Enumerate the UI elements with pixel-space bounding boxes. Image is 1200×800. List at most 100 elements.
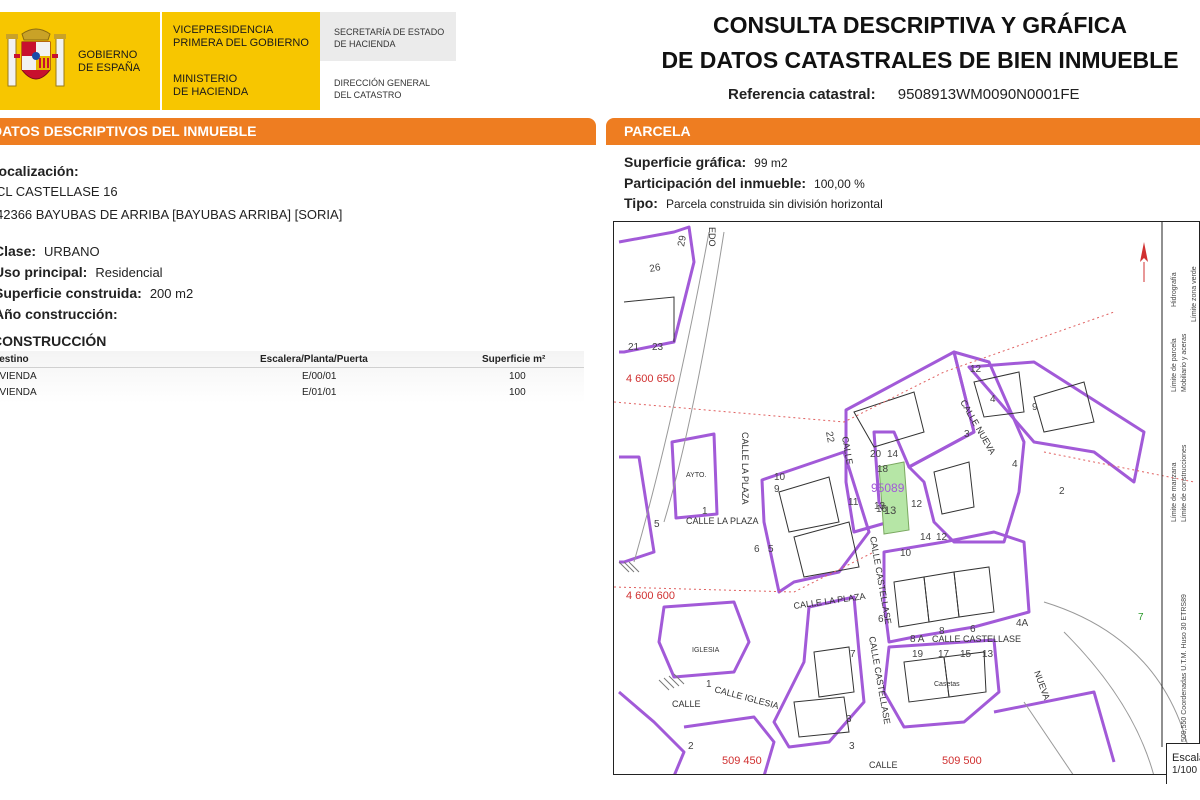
participacion-row: Participación del inmueble: 100,00 % [624,175,865,191]
tipo-row: Tipo: Parcela construida sin división hor… [624,195,883,211]
table-header-planta: Escalera/Planta/Puerta [260,354,368,365]
map-number: 3 [849,741,855,752]
table-row-2-planta: E/01/01 [302,387,337,398]
address-line1: CL CASTELLASE 16 [0,184,118,199]
map-number: 14 [920,532,932,543]
superficie-value: 200 m2 [149,286,194,301]
construccion-title: CONSTRUCCIÓN [0,333,107,349]
map-number: 19 [912,649,924,660]
map-number: 26 [649,262,662,275]
map-number: 7 [1138,612,1144,623]
table-divider [0,367,584,368]
uso-value: Residencial [95,265,163,280]
street-label-edo: EDO [707,227,717,247]
parcel-id-label: 95089 [871,481,905,495]
map-number: 11 [848,497,859,508]
participacion-label: Participación del inmueble: [624,175,807,191]
tipo-value: Parcela construida sin división horizont… [665,197,883,211]
map-number: 4 [990,394,996,405]
street-label-castellase-2: CALLE CASTELLASE [932,634,1021,644]
street-label-nueva: CALLE NUEVA [958,398,997,456]
cadastral-map-drawing: 4 600 650 4 600 600 509 450 509 500 9508… [614,222,1198,774]
map-number: 6 [970,624,976,635]
legend-item: Mobiliario y aceras [1181,333,1188,392]
table-row-2-superficie: 100 [509,387,526,398]
table-header-destino: Destino [0,354,29,365]
ano-row: Año construcción: [0,306,126,322]
street-label-nueva-2: NUEVA [1032,669,1052,701]
uso-label: Uso principal: [0,264,88,280]
map-number: 29 [676,234,689,247]
table-row-1-destino: VIVIENDA [0,371,37,382]
map-number: 20 [870,449,882,460]
gobierno-label: GOBIERNO DE ESPAÑA [78,49,141,74]
superficie-grafica-row: Superficie gráfica: 99 m2 [624,154,788,170]
map-number: 13 [982,649,994,660]
document-title-line2: DE DATOS CATASTRALES DE BIEN INMUEBLE [661,47,1179,73]
map-number: 5 [654,519,660,530]
cadastral-reference-label: Referencia catastral: [728,86,876,103]
secretaria-label: SECRETARÍA DE ESTADO DE HACIENDA [334,27,445,49]
coat-of-arms-icon [6,28,66,87]
participacion-value: 100,00 % [814,177,865,191]
map-number: 22 [823,431,836,444]
table-row-2-destino: VIVIENDA [0,387,37,398]
map-number: 2 [1059,486,1065,497]
street-label-castellase-1: CALLE CASTELLASE [868,536,893,625]
table-header-superficie: Superficie m² [482,354,546,365]
vicepresidencia-label: VICEPRESIDENCIA PRIMERA DEL GOBIERNO [173,24,309,49]
map-number: 12 [911,499,923,510]
coord-label-east: 509 500 [942,755,982,767]
cadastral-map[interactable]: 4 600 650 4 600 600 509 450 509 500 9508… [613,221,1200,775]
ministerio-label: MINISTERIO DE HACIENDA [173,73,249,98]
map-number: 3 [846,714,852,725]
scale-label: Escala [1172,752,1200,764]
map-number: 6 [754,544,760,555]
map-number: 18 [877,464,889,475]
map-number: 8 A [910,634,925,645]
document-title-line1: CONSULTA DESCRIPTIVA Y GRÁFICA [712,12,1128,38]
map-number: 4 [1012,459,1018,470]
superficie-grafica-value: 99 m2 [754,156,788,170]
map-number: 7 [850,649,856,660]
map-number: 15 [960,649,972,660]
coord-label-south: 4 600 600 [626,590,675,602]
uso-row: Uso principal: Residencial [0,264,163,280]
legend-item: Límite de parcela [1171,338,1178,392]
street-label-calle-2: CALLE [840,436,855,466]
map-number: 23 [652,342,664,353]
map-number: 9 [774,484,780,495]
street-label-plaza-3: CALLE LA PLAZA [740,432,750,505]
building-label-ayto: AYTO. [686,472,706,479]
map-number: 10 [900,548,912,559]
street-label-calle-1: CALLE [672,699,701,709]
map-number: 21 [628,342,640,353]
superficie-grafica-label: Superficie gráfica: [624,154,747,170]
street-label-iglesia: CALLE IGLESIA [713,684,779,711]
map-number: 14 [887,449,899,460]
clase-value: URBANO [44,244,100,259]
building-label-iglesia: IGLESIA [692,647,720,654]
legend-coord-note: 509,550 Coordenadas U.T.M. Huso 30 ETRS8… [1181,594,1188,742]
map-number: 12 [970,364,982,375]
table-row-1-planta: E/00/01 [302,371,337,382]
clase-label: Clase: [0,243,37,259]
parcela-section-bar: PARCELA [606,118,1200,145]
direccion-label: DIRECCIÓN GENERAL DEL CATASTRO [334,78,431,100]
banner-divider [160,12,162,110]
map-number: 6 [878,614,884,625]
legend-item: Límite de construcciones [1181,444,1188,522]
map-number: 1 [706,679,712,690]
superficie-label: Superficie construida: [0,285,142,301]
clase-row: Clase: URBANO [0,243,100,259]
map-number: 17 [938,649,950,660]
street-label-plaza-1: CALLE LA PLAZA [686,516,759,526]
map-number: 2 [688,741,694,752]
map-number: 12 [936,532,948,543]
parcela-section-title: PARCELA [624,123,691,139]
cadastral-reference-value: 9508913WM0090N0001FE [897,86,1080,103]
superficie-row: Superficie construida: 200 m2 [0,285,193,301]
localizacion-label: Localización: [0,163,79,179]
map-number: 16 [876,504,888,515]
map-number: 1 [702,506,708,517]
